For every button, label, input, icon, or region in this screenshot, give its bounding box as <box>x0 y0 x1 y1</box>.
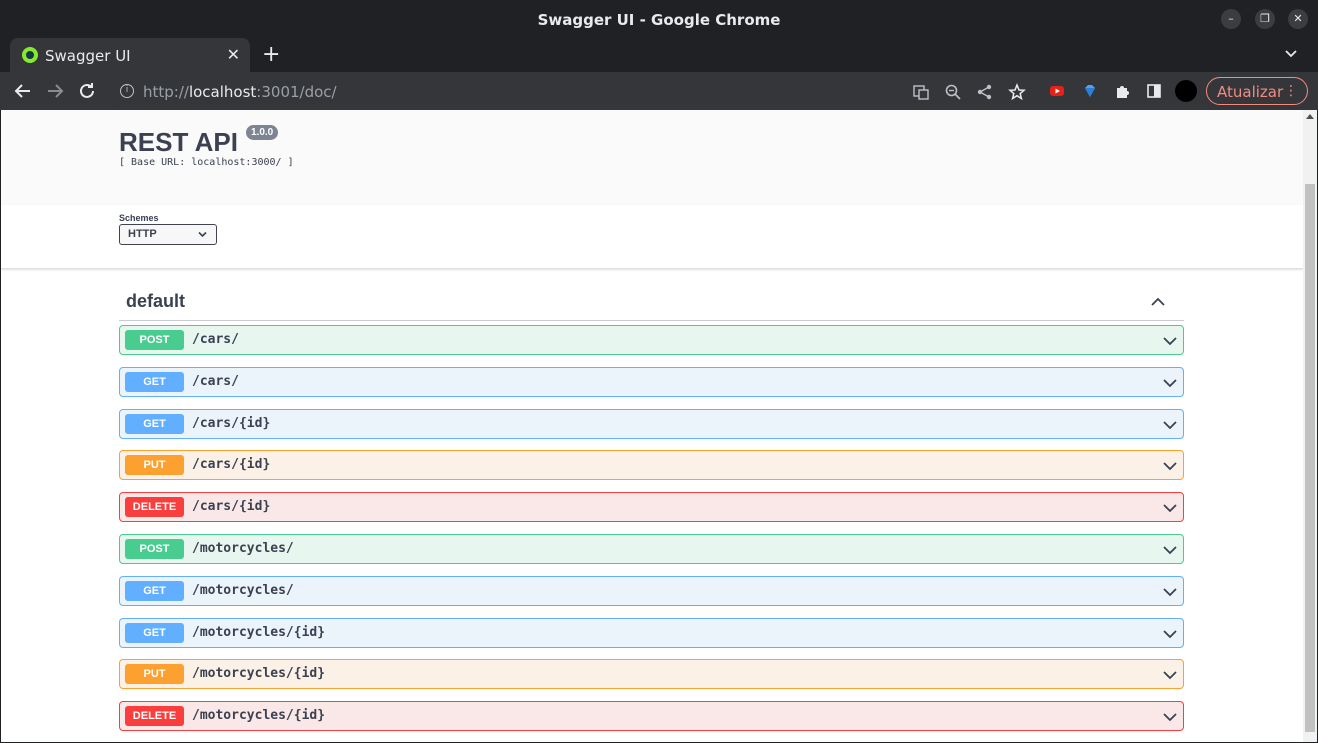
operation-get-7[interactable]: GET/motorcycles/{id} <box>119 618 1184 648</box>
site-info-icon[interactable]: i <box>120 84 134 98</box>
method-badge: DELETE <box>125 497 184 517</box>
method-badge: DELETE <box>125 706 184 726</box>
operation-get-2[interactable]: GET/cars/{id} <box>119 409 1184 439</box>
zoom-icon[interactable] <box>944 83 962 101</box>
operation-path: /cars/ <box>192 332 239 347</box>
method-badge: GET <box>125 623 184 643</box>
chevron-down-icon[interactable] <box>1162 709 1178 725</box>
operation-path: /motorcycles/{id} <box>192 666 326 681</box>
scrollbar-thumb[interactable] <box>1305 184 1315 732</box>
window-titlebar: Swagger UI - Google Chrome – ❐ ✕ <box>0 0 1318 38</box>
page-scrollbar[interactable] <box>1303 110 1317 742</box>
swagger-favicon-icon <box>22 47 38 63</box>
share-icon[interactable] <box>976 83 994 101</box>
operation-path: /motorcycles/{id} <box>192 625 326 640</box>
method-badge: GET <box>125 372 184 392</box>
chevron-down-icon[interactable] <box>1162 584 1178 600</box>
new-tab-button[interactable]: + <box>262 42 280 67</box>
api-title: REST API <box>119 127 238 157</box>
scroll-up-arrow-icon[interactable] <box>1306 114 1314 119</box>
chevron-up-icon[interactable] <box>1150 294 1166 310</box>
tab-swagger-ui[interactable]: Swagger UI ✕ <box>10 38 250 72</box>
swagger-page: REST API 1.0.0 [ Base URL: localhost:300… <box>1 110 1303 742</box>
operation-post-5[interactable]: POST/motorcycles/ <box>119 534 1184 564</box>
tab-strip: Swagger UI ✕ + <box>0 38 1318 72</box>
method-badge: PUT <box>125 664 184 684</box>
reload-icon[interactable] <box>76 80 98 102</box>
operation-path: /motorcycles/{id} <box>192 708 326 723</box>
operation-delete-4[interactable]: DELETE/cars/{id} <box>119 492 1184 522</box>
bookmark-star-icon[interactable] <box>1008 83 1026 101</box>
chevron-down-icon[interactable] <box>1162 333 1178 349</box>
chevron-down-icon[interactable] <box>1162 667 1178 683</box>
method-badge: POST <box>125 539 184 559</box>
browser-toolbar: i http://localhost:3001/doc/ Atualizar ⋮ <box>0 72 1318 110</box>
operation-path: /cars/{id} <box>192 416 271 431</box>
address-bar[interactable]: i http://localhost:3001/doc/ <box>110 75 1198 107</box>
operation-path: /cars/{id} <box>192 457 271 472</box>
restore-button[interactable]: ❐ <box>1255 9 1275 29</box>
operation-get-6[interactable]: GET/motorcycles/ <box>119 576 1184 606</box>
base-url: [ Base URL: localhost:3000/ ] <box>119 157 294 168</box>
operation-post-0[interactable]: POST/cars/ <box>119 325 1184 355</box>
tab-title: Swagger UI <box>45 47 131 65</box>
method-badge: POST <box>125 330 184 350</box>
schemes-select[interactable]: HTTP <box>119 224 217 245</box>
method-badge: GET <box>125 414 184 434</box>
youtube-extension-icon[interactable] <box>1049 83 1065 99</box>
operation-path: /cars/{id} <box>192 499 271 514</box>
chevron-down-icon[interactable] <box>1162 458 1178 474</box>
operation-put-3[interactable]: PUT/cars/{id} <box>119 450 1184 480</box>
version-badge: 1.0.0 <box>246 125 279 140</box>
minimize-button[interactable]: – <box>1221 9 1241 29</box>
api-info: REST API 1.0.0 [ Base URL: localhost:300… <box>1 110 1303 205</box>
kebab-menu-icon[interactable]: ⋮ <box>1284 82 1298 100</box>
forward-arrow-icon[interactable] <box>44 80 66 102</box>
operation-path: /motorcycles/ <box>192 541 294 556</box>
profile-avatar[interactable] <box>1175 80 1197 102</box>
gem-extension-icon[interactable] <box>1082 83 1098 99</box>
back-arrow-icon[interactable] <box>12 80 34 102</box>
tag-header-default[interactable]: default <box>119 288 1184 321</box>
operation-put-8[interactable]: PUT/motorcycles/{id} <box>119 659 1184 689</box>
chevron-down-icon[interactable] <box>1162 417 1178 433</box>
operation-path: /cars/ <box>192 374 239 389</box>
chevron-down-icon[interactable] <box>1162 626 1178 642</box>
operation-delete-9[interactable]: DELETE/motorcycles/{id} <box>119 701 1184 731</box>
chevron-down-icon[interactable] <box>1162 542 1178 558</box>
method-badge: PUT <box>125 455 184 475</box>
schemes-section: Schemes HTTP <box>1 205 1303 269</box>
window-title: Swagger UI - Google Chrome <box>537 11 781 29</box>
chevron-down-icon[interactable] <box>1162 500 1178 516</box>
operation-path: /motorcycles/ <box>192 583 294 598</box>
tab-close-icon[interactable]: ✕ <box>227 45 240 64</box>
translate-icon[interactable] <box>912 83 930 101</box>
extensions-puzzle-icon[interactable] <box>1114 83 1130 99</box>
side-panel-icon[interactable] <box>1146 83 1162 99</box>
chevron-down-icon[interactable] <box>1162 375 1178 391</box>
url-text[interactable]: http://localhost:3001/doc/ <box>143 83 337 101</box>
update-button[interactable]: Atualizar ⋮ <box>1206 77 1308 105</box>
schemes-label: Schemes <box>119 213 159 223</box>
operation-get-1[interactable]: GET/cars/ <box>119 367 1184 397</box>
method-badge: GET <box>125 581 184 601</box>
tab-search-chevron-icon[interactable] <box>1284 47 1298 61</box>
tag-name: default <box>126 291 186 311</box>
chevron-down-icon <box>198 231 207 238</box>
close-window-button[interactable]: ✕ <box>1288 9 1308 29</box>
